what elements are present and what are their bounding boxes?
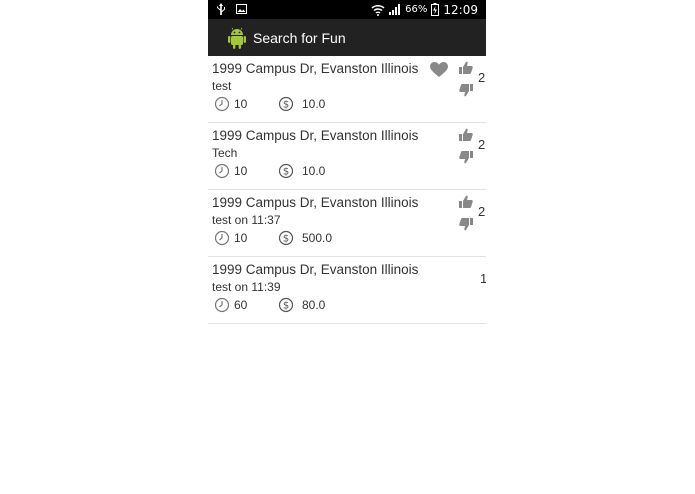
clock-icon (214, 230, 230, 246)
list-item[interactable]: 1999 Campus Dr, Evanston Illinois Tech 10 $… (208, 123, 486, 190)
list-item[interactable]: 1999 Campus Dr, Evanston Illinois test 10 $… (208, 56, 486, 123)
item-address: 1999 Campus Dr, Evanston Illinois (212, 128, 419, 143)
usb-icon (217, 3, 225, 15)
list-item[interactable]: 1999 Campus Dr, Evanston Illinois test on… (208, 257, 486, 324)
android-app-icon[interactable] (226, 26, 248, 50)
item-description: test (212, 79, 232, 93)
thumbs-down-icon[interactable] (459, 83, 473, 97)
phone-screen: 66% 12:09 Search for Fun 1999 Campus Dr,… (208, 0, 486, 494)
list-item[interactable]: 1999 Campus Dr, Evanston Illinois test on… (208, 190, 486, 257)
clock-icon (214, 163, 230, 179)
dollar-icon: $ (278, 297, 294, 313)
item-price: 10.0 (302, 164, 326, 178)
item-meta: 10 $10.0 (214, 96, 325, 112)
status-bar: 66% 12:09 (208, 0, 486, 19)
item-address: 1999 Campus Dr, Evanston Illinois (212, 262, 419, 277)
item-meta: 10 $10.0 (214, 163, 325, 179)
clock-icon (214, 297, 230, 313)
svg-text:$: $ (283, 301, 289, 312)
status-bar-notifications (216, 3, 247, 15)
item-time: 10 (234, 164, 248, 178)
vote-buttons (459, 128, 475, 164)
vote-buttons (459, 61, 475, 97)
item-time: 10 (234, 231, 248, 245)
status-bar-time: 12:09 (443, 2, 478, 17)
dollar-icon: $ (278, 96, 294, 112)
item-time: 60 (234, 298, 248, 312)
svg-text:$: $ (283, 100, 289, 111)
item-meta: 10 $500.0 (214, 230, 332, 246)
clock-icon (214, 96, 230, 112)
item-description: test on 11:37 (212, 213, 281, 227)
item-meta: 60 $80.0 (214, 297, 325, 313)
thumbs-down-icon[interactable] (459, 150, 473, 164)
status-bar-system: 66% 12:09 (371, 0, 478, 19)
item-score: 1 (480, 271, 486, 286)
dollar-icon: $ (278, 230, 294, 246)
item-address: 1999 Campus Dr, Evanston Illinois (212, 61, 419, 76)
signal-icon (389, 4, 401, 15)
item-score: 2 (478, 70, 486, 85)
item-description: Tech (212, 146, 238, 160)
item-address: 1999 Campus Dr, Evanston Illinois (212, 195, 419, 210)
item-score: 2 (478, 137, 486, 152)
image-icon (236, 4, 247, 14)
item-description: test on 11:39 (212, 280, 281, 294)
item-price: 80.0 (302, 298, 326, 312)
thumbs-up-icon[interactable] (459, 195, 473, 209)
dollar-icon: $ (278, 163, 294, 179)
battery-percent: 66% (405, 4, 428, 15)
battery-charging-icon (431, 3, 440, 16)
svg-text:$: $ (283, 234, 289, 245)
thumbs-down-icon[interactable] (459, 217, 473, 231)
thumbs-up-icon[interactable] (459, 128, 473, 142)
app-title: Search for Fun (253, 29, 346, 46)
item-time: 10 (234, 97, 248, 111)
vote-buttons (459, 195, 475, 231)
item-price: 10.0 (302, 97, 326, 111)
thumbs-up-icon[interactable] (459, 61, 473, 75)
favorite-heart-icon[interactable] (430, 62, 448, 78)
action-bar: Search for Fun (208, 19, 486, 56)
item-score: 2 (478, 204, 486, 219)
wifi-icon (371, 4, 385, 16)
result-list: 1999 Campus Dr, Evanston Illinois test 10 $… (208, 56, 486, 324)
svg-text:$: $ (283, 167, 289, 178)
item-price: 500.0 (302, 231, 333, 245)
